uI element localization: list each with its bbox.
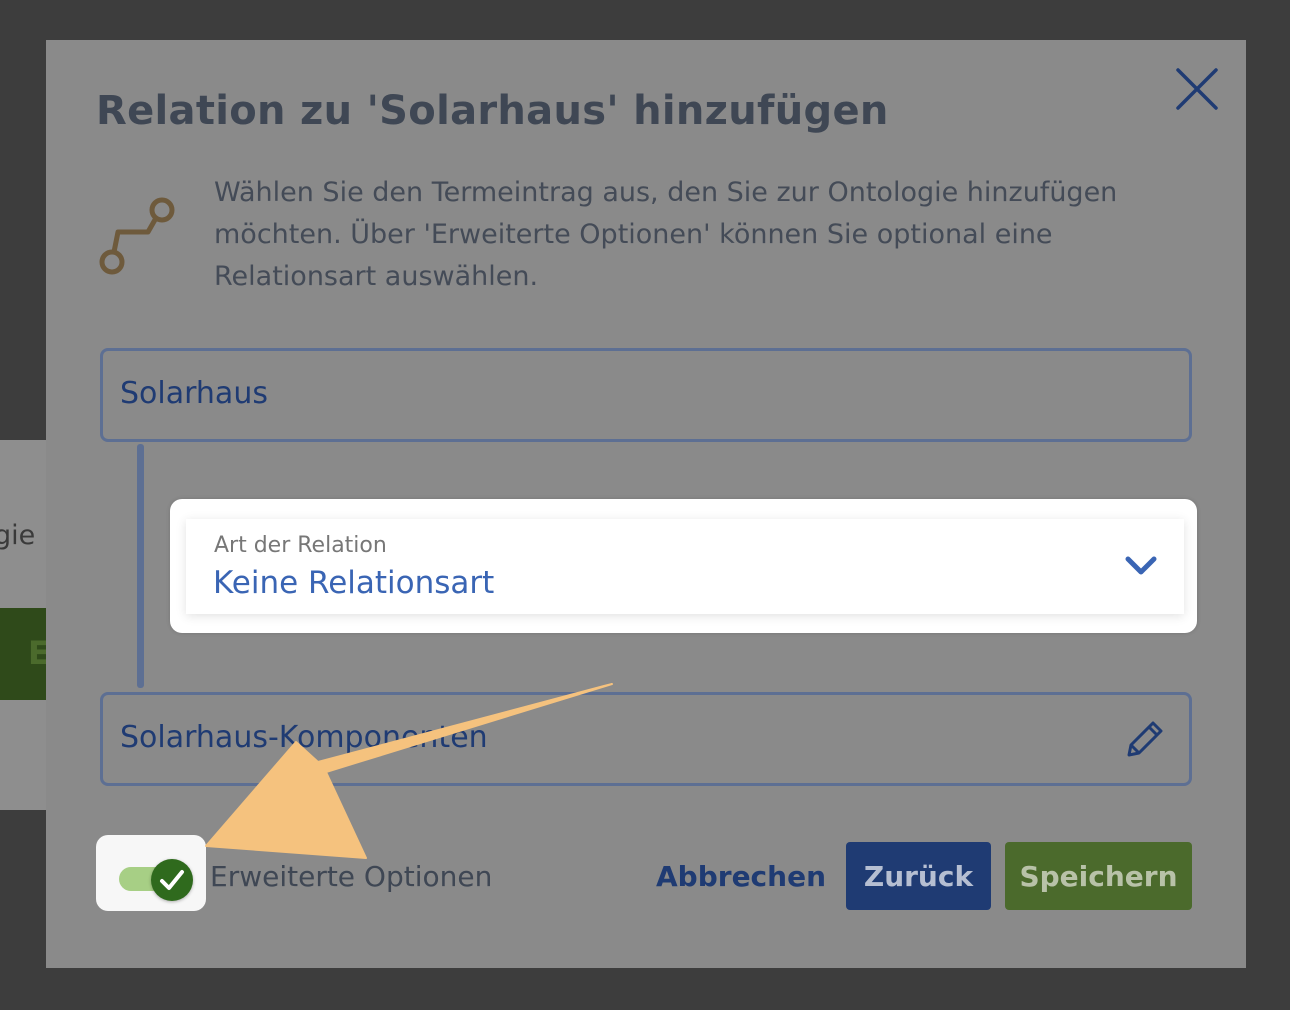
relation-type-label: Art der Relation [214, 533, 387, 558]
relation-path-icon [99, 197, 175, 275]
close-button[interactable] [1174, 66, 1220, 112]
back-button[interactable]: Zurück [846, 842, 991, 910]
target-term-text: Solarhaus-Komponenten [120, 720, 488, 755]
chevron-down-icon [1125, 556, 1157, 575]
target-term-field[interactable]: Solarhaus-Komponenten [100, 692, 1192, 786]
close-icon [1176, 68, 1218, 110]
source-term-field: Solarhaus [100, 348, 1192, 442]
cancel-button[interactable]: Abbrechen [656, 860, 826, 893]
background-partial-text: gie [0, 520, 36, 551]
relation-type-value: Keine Relationsart [213, 565, 495, 601]
relation-connector-line [137, 444, 144, 688]
advanced-options-label[interactable]: Erweiterte Optionen [210, 860, 492, 893]
relation-type-select[interactable]: Art der Relation Keine Relationsart [186, 519, 1184, 614]
source-term-text: Solarhaus [120, 376, 268, 411]
save-button[interactable]: Speichern [1005, 842, 1192, 910]
check-icon [160, 870, 184, 890]
add-relation-dialog: Relation zu 'Solarhaus' hinzufügen Wähle… [46, 40, 1246, 968]
advanced-options-toggle-highlight [96, 835, 206, 911]
toggle-knob[interactable] [151, 859, 193, 901]
edit-target-term-button[interactable] [1121, 717, 1167, 763]
intro-text: Wählen Sie den Termeintrag aus, den Sie … [214, 177, 1118, 292]
relation-type-highlight: Art der Relation Keine Relationsart [170, 499, 1197, 633]
dialog-title: Relation zu 'Solarhaus' hinzufügen [96, 88, 889, 134]
pencil-icon [1127, 721, 1163, 757]
